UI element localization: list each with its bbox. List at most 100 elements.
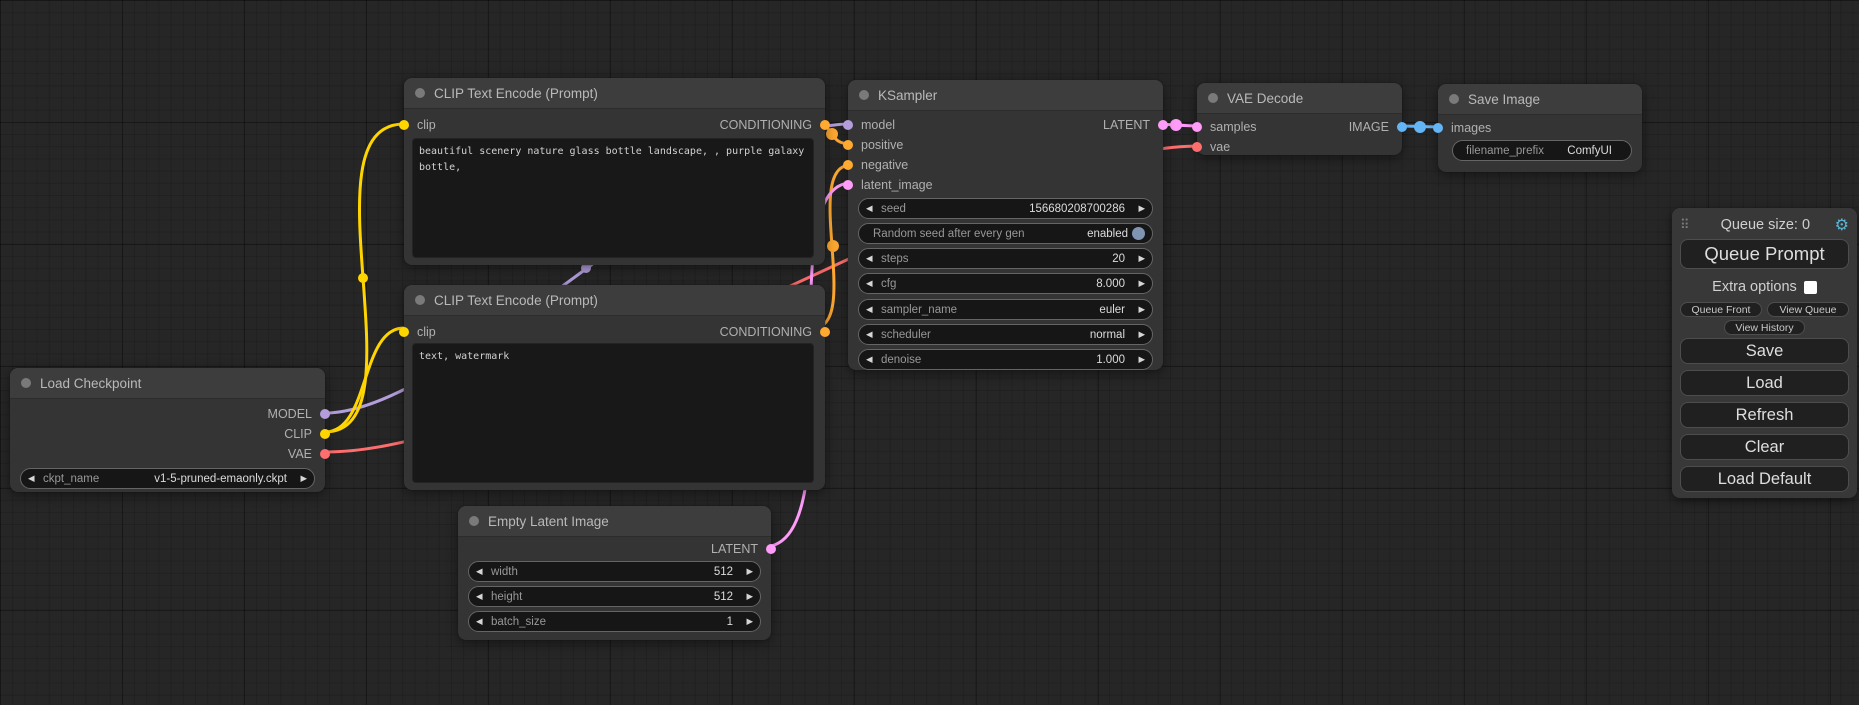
collapse-dot-icon[interactable] <box>415 88 425 98</box>
input-slot-samples[interactable] <box>1192 122 1202 132</box>
next-arrow-icon[interactable]: ▶ <box>1132 330 1145 339</box>
decrement-arrow-icon[interactable]: ◀ <box>866 279 879 288</box>
ckpt-name-widget[interactable]: ◀ ckpt_name v1-5-pruned-emaonly.ckpt ▶ <box>20 468 315 489</box>
node-save-image[interactable]: Save Image images filename_prefix ComfyU… <box>1438 84 1642 172</box>
prev-arrow-icon[interactable]: ◀ <box>866 305 879 314</box>
prev-arrow-icon[interactable]: ◀ <box>866 330 879 339</box>
output-slot-latent[interactable] <box>1158 120 1168 130</box>
extra-options-checkbox[interactable] <box>1804 281 1817 294</box>
slot-row-images: images <box>1438 118 1642 138</box>
slot-row-samples: samples IMAGE <box>1197 117 1402 137</box>
node-title-bar[interactable]: KSampler <box>848 80 1163 111</box>
scheduler-widget[interactable]: ◀ scheduler normal ▶ <box>858 324 1153 345</box>
collapse-dot-icon[interactable] <box>1449 94 1459 104</box>
increment-arrow-icon[interactable]: ▶ <box>1132 204 1145 213</box>
prompt-textarea[interactable]: beautiful scenery nature glass bottle la… <box>412 138 814 258</box>
input-slot-images[interactable] <box>1433 123 1443 133</box>
node-title-bar[interactable]: Empty Latent Image <box>458 506 771 537</box>
node-title-bar[interactable]: CLIP Text Encode (Prompt) <box>404 285 825 316</box>
slot-row: clip CONDITIONING <box>404 115 825 135</box>
node-title: KSampler <box>878 88 937 103</box>
width-widget[interactable]: ◀ width 512 ▶ <box>468 561 761 582</box>
node-title: CLIP Text Encode (Prompt) <box>434 86 598 101</box>
collapse-dot-icon[interactable] <box>469 516 479 526</box>
drag-handle-icon[interactable]: ⠿ <box>1680 217 1696 233</box>
collapse-dot-icon[interactable] <box>415 295 425 305</box>
node-title-bar[interactable]: VAE Decode <box>1197 83 1402 114</box>
queue-prompt-button[interactable]: Queue Prompt <box>1680 239 1849 269</box>
decrement-arrow-icon[interactable]: ◀ <box>476 592 489 601</box>
slot-row-vae: vae <box>1197 137 1402 157</box>
collapse-dot-icon[interactable] <box>859 90 869 100</box>
seed-widget[interactable]: ◀ seed 156680208700286 ▶ <box>858 198 1153 219</box>
view-queue-button[interactable]: View Queue <box>1767 302 1849 317</box>
batch-size-widget[interactable]: ◀ batch_size 1 ▶ <box>468 611 761 632</box>
node-title-bar[interactable]: CLIP Text Encode (Prompt) <box>404 78 825 109</box>
steps-widget[interactable]: ◀ steps 20 ▶ <box>858 248 1153 269</box>
input-slot-clip[interactable] <box>399 120 409 130</box>
output-slot-vae[interactable] <box>320 449 330 459</box>
denoise-widget[interactable]: ◀ denoise 1.000 ▶ <box>858 349 1153 370</box>
output-slot-model[interactable] <box>320 409 330 419</box>
output-slot-latent[interactable] <box>766 544 776 554</box>
extra-options-row: Extra options <box>1680 277 1849 297</box>
toggle-on-icon[interactable] <box>1132 227 1145 240</box>
next-arrow-icon[interactable]: ▶ <box>1132 305 1145 314</box>
node-title: Load Checkpoint <box>40 376 141 391</box>
decrement-arrow-icon[interactable]: ◀ <box>866 355 879 364</box>
output-slot-conditioning[interactable] <box>820 327 830 337</box>
input-slot-positive[interactable] <box>843 140 853 150</box>
increment-arrow-icon[interactable]: ▶ <box>740 617 753 626</box>
node-load-checkpoint[interactable]: Load Checkpoint MODEL CLIP VAE ◀ ckpt_na… <box>10 368 325 492</box>
input-slot-negative[interactable] <box>843 160 853 170</box>
collapse-dot-icon[interactable] <box>21 378 31 388</box>
refresh-button[interactable]: Refresh <box>1680 402 1849 428</box>
increment-arrow-icon[interactable]: ▶ <box>1132 254 1145 263</box>
view-history-button[interactable]: View History <box>1724 320 1804 335</box>
node-clip-text-encode-positive[interactable]: CLIP Text Encode (Prompt) clip CONDITION… <box>404 78 825 265</box>
node-vae-decode[interactable]: VAE Decode samples IMAGE vae <box>1197 83 1402 155</box>
slot-row: clip CONDITIONING <box>404 322 825 342</box>
decrement-arrow-icon[interactable]: ◀ <box>866 254 879 263</box>
output-slot-image[interactable] <box>1397 122 1407 132</box>
node-title: Save Image <box>1468 92 1540 107</box>
filename-prefix-widget[interactable]: filename_prefix ComfyUI <box>1452 140 1632 161</box>
comfy-menu-panel: ⠿ Queue size: 0 ⚙ Queue Prompt Extra opt… <box>1672 208 1857 498</box>
node-title-bar[interactable]: Save Image <box>1438 84 1642 115</box>
sampler-name-widget[interactable]: ◀ sampler_name euler ▶ <box>858 299 1153 320</box>
input-slot-vae[interactable] <box>1192 142 1202 152</box>
decrement-arrow-icon[interactable]: ◀ <box>476 617 489 626</box>
input-slot-clip[interactable] <box>399 327 409 337</box>
collapse-dot-icon[interactable] <box>1208 93 1218 103</box>
slot-row-positive: positive <box>848 135 1163 155</box>
output-slot-conditioning[interactable] <box>820 120 830 130</box>
cfg-widget[interactable]: ◀ cfg 8.000 ▶ <box>858 273 1153 294</box>
random-seed-toggle-widget[interactable]: Random seed after every gen enabled <box>858 223 1153 244</box>
save-button[interactable]: Save <box>1680 338 1849 364</box>
clear-button[interactable]: Clear <box>1680 434 1849 460</box>
load-default-button[interactable]: Load Default <box>1680 466 1849 492</box>
output-slot-clip[interactable] <box>320 429 330 439</box>
node-empty-latent-image[interactable]: Empty Latent Image LATENT ◀ width 512 ▶ … <box>458 506 771 640</box>
next-arrow-icon[interactable]: ▶ <box>294 474 307 483</box>
increment-arrow-icon[interactable]: ▶ <box>740 592 753 601</box>
node-title: CLIP Text Encode (Prompt) <box>434 293 598 308</box>
queue-front-button[interactable]: Queue Front <box>1680 302 1762 317</box>
node-title-bar[interactable]: Load Checkpoint <box>10 368 325 399</box>
input-slot-latent-image[interactable] <box>843 180 853 190</box>
decrement-arrow-icon[interactable]: ◀ <box>476 567 489 576</box>
load-button[interactable]: Load <box>1680 370 1849 396</box>
increment-arrow-icon[interactable]: ▶ <box>1132 355 1145 364</box>
height-widget[interactable]: ◀ height 512 ▶ <box>468 586 761 607</box>
output-row-model: MODEL <box>10 404 325 424</box>
prompt-textarea[interactable]: text, watermark <box>412 343 814 483</box>
increment-arrow-icon[interactable]: ▶ <box>1132 279 1145 288</box>
prev-arrow-icon[interactable]: ◀ <box>28 474 41 483</box>
settings-gear-icon[interactable]: ⚙ <box>1835 217 1849 233</box>
increment-arrow-icon[interactable]: ▶ <box>740 567 753 576</box>
node-title: VAE Decode <box>1227 91 1303 106</box>
input-slot-model[interactable] <box>843 120 853 130</box>
node-ksampler[interactable]: KSampler model LATENT positive negative … <box>848 80 1163 370</box>
node-clip-text-encode-negative[interactable]: CLIP Text Encode (Prompt) clip CONDITION… <box>404 285 825 490</box>
decrement-arrow-icon[interactable]: ◀ <box>866 204 879 213</box>
